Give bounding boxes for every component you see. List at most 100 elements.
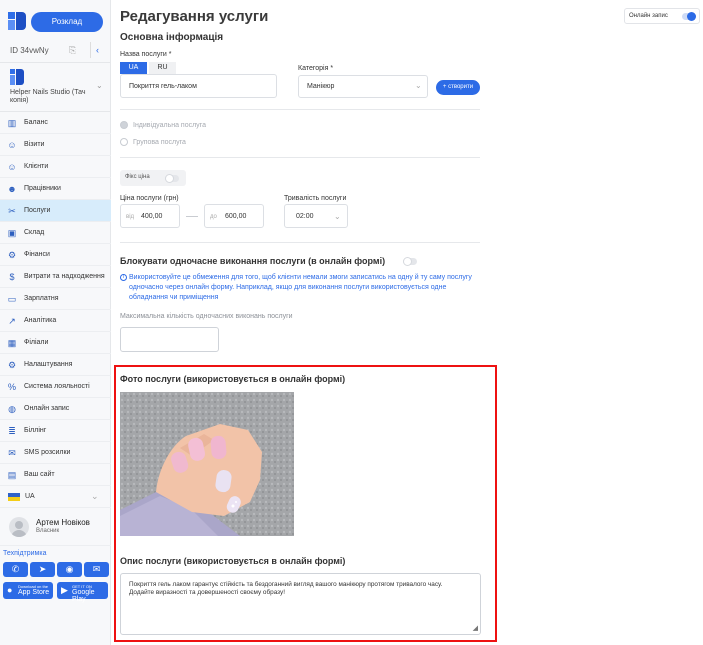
sidebar-item-visits[interactable]: ☺ Візити [0, 134, 111, 156]
radio-individual[interactable] [120, 121, 128, 129]
range-dash [186, 216, 198, 217]
divider [90, 42, 91, 58]
radio-individual-label: Індивідуальна послуга [133, 122, 206, 129]
support-label: Техпідтримка [3, 550, 47, 557]
ukraine-flag-icon [8, 493, 20, 501]
toggle-switch[interactable] [165, 174, 179, 183]
apple-icon: ● [7, 585, 13, 595]
user-name: Артем Новіков [36, 518, 90, 527]
grid-icon: ▦ [7, 338, 17, 348]
category-select[interactable]: Манікюр ⌄ [298, 75, 428, 98]
tab-ua[interactable]: UA [120, 62, 147, 74]
tab-ru[interactable]: RU [149, 62, 176, 74]
language-selector[interactable]: UA ⌄ [0, 486, 111, 508]
collapse-sidebar-icon[interactable]: ‹ [96, 45, 99, 55]
chart-icon: ▥ [7, 118, 17, 128]
service-name-label: Назва послуги * [120, 51, 172, 58]
app-logo[interactable] [8, 12, 26, 30]
studio-name: Helper Nails Studio (Тач копія) [10, 89, 86, 104]
sidebar-item-salary[interactable]: ▭ Зарплатня [0, 288, 111, 310]
divider [120, 242, 480, 243]
avatar [9, 517, 29, 537]
chevron-down-icon: ⌄ [91, 491, 99, 501]
sidebar-item-branches[interactable]: ▦ Філіали [0, 332, 111, 354]
sidebar-item-expenses[interactable]: $ Витрати та надходження [0, 266, 111, 288]
sidebar-item-finance[interactable]: ⚙ Фінанси [0, 244, 111, 266]
divider [120, 109, 480, 110]
chevron-down-icon: ⌄ [96, 81, 103, 90]
site-icon: ▤ [7, 470, 17, 480]
sidebar-nav: ▥ Баланс ☺ Візити ☺ Клієнти ☻ Працівники ✂ По… [0, 112, 111, 486]
schedule-button[interactable]: Розклад [31, 12, 103, 32]
service-photo[interactable] [120, 392, 294, 536]
sidebar-item-website[interactable]: ▤ Ваш сайт [0, 464, 111, 486]
google-play-icon: ▶ [61, 585, 68, 595]
sidebar: Розклад ID 34vwNy ⎘ ‹ Helper Nails Studi… [0, 0, 111, 645]
category-label: Категорія * [298, 65, 334, 72]
copy-icon[interactable]: ⎘ [69, 45, 76, 56]
user-icon: ☺ [7, 162, 17, 172]
gear-icon: ⚙ [7, 360, 17, 370]
sidebar-item-billing[interactable]: ≣ Біллінг [0, 420, 111, 442]
user-profile[interactable]: Артем Новіков Власник [0, 508, 111, 546]
radio-group[interactable] [120, 138, 128, 146]
fixed-price-toggle[interactable]: Фікс ціна [120, 170, 186, 186]
phone-icon[interactable]: ✆ [3, 562, 28, 577]
globe-icon: ◍ [8, 404, 16, 414]
duration-select[interactable]: 02:00 ⌄ [284, 204, 348, 228]
price-label: Ціна послуги (грн) [120, 195, 179, 202]
price-to-input[interactable]: до 600,00 [204, 204, 264, 228]
chevron-down-icon: ⌄ [334, 212, 341, 221]
sidebar-item-sms[interactable]: ✉ SMS розсилки [0, 442, 111, 464]
price-from-input[interactable]: від 400,00 [120, 204, 180, 228]
sidebar-item-employees[interactable]: ☻ Працівники [0, 178, 111, 200]
divider [120, 157, 480, 158]
duration-label: Тривалість послуги [284, 195, 347, 202]
sidebar-item-clients[interactable]: ☺ Клієнти [0, 156, 111, 178]
max-simultaneous-label: Максимальна кількість одночасних виконан… [120, 313, 293, 320]
sidebar-item-analytics[interactable]: ↗ Аналітика [0, 310, 111, 332]
wallet-icon: ▭ [7, 294, 17, 304]
users-icon: ☻ [7, 184, 17, 194]
sidebar-item-online-booking[interactable]: ◍ Онлайн запис [0, 398, 111, 420]
chevron-down-icon: ⌄ [415, 81, 422, 90]
billing-icon: ≣ [8, 426, 16, 436]
sidebar-item-loyalty[interactable]: % Система лояльності [0, 376, 111, 398]
scissors-icon: ✂ [8, 206, 16, 216]
google-play-button[interactable]: ▶ GET IT ON Google Play [57, 582, 108, 603]
section-title: Основна інформація [120, 32, 224, 43]
max-simultaneous-input[interactable] [120, 327, 219, 352]
app-window: Розклад ID 34vwNy ⎘ ‹ Helper Nails Studi… [0, 0, 703, 645]
sidebar-item-settings[interactable]: ⚙ Налаштування [0, 354, 111, 376]
service-name-input[interactable]: Покриття гель-лаком [120, 74, 277, 98]
user-icon: ☺ [7, 140, 17, 150]
create-category-button[interactable]: + створити [436, 80, 480, 95]
finance-icon: ⚙ [7, 250, 17, 260]
viber-icon[interactable]: ◉ [57, 562, 82, 577]
account-id: ID 34vwNy [10, 46, 49, 55]
page-title: Редагування услуги [120, 8, 269, 25]
description-title: Опис послуги (використовується в онлайн … [120, 556, 346, 566]
sidebar-item-balance[interactable]: ▥ Баланс [0, 112, 111, 134]
photo-title: Фото послуги (використовується в онлайн … [120, 374, 346, 384]
trend-icon: ↗ [8, 316, 16, 326]
telegram-icon[interactable]: ➤ [30, 562, 55, 577]
radio-group-label: Групова послуга [133, 139, 186, 146]
description-textarea[interactable]: Покриття гель лаком гарантує стійкість т… [120, 573, 481, 635]
resize-handle-icon[interactable]: ◢ [473, 624, 478, 632]
sidebar-item-warehouse[interactable]: ▣ Склад [0, 222, 111, 244]
box-icon: ▣ [7, 228, 17, 238]
studio-logo [10, 69, 24, 87]
percent-icon: % [7, 382, 16, 392]
sidebar-item-services[interactable]: ✂ Послуги [0, 200, 111, 222]
money-icon: $ [9, 272, 15, 282]
info-note: i Використовуйте це обмеження для того, … [120, 273, 482, 303]
online-booking-toggle[interactable]: Онлайн запис [624, 8, 700, 24]
block-simultaneous-title: Блокувати одночасне виконання послуги (в… [120, 256, 386, 266]
app-store-button[interactable]: ● Download on the App Store [3, 582, 53, 599]
block-simultaneous-toggle[interactable] [403, 257, 417, 266]
toggle-switch[interactable] [682, 12, 696, 21]
mail-icon[interactable]: ✉ [84, 562, 109, 577]
nail-photo-image [120, 392, 294, 536]
studio-selector[interactable]: Helper Nails Studio (Тач копія) ⌄ [0, 62, 111, 112]
